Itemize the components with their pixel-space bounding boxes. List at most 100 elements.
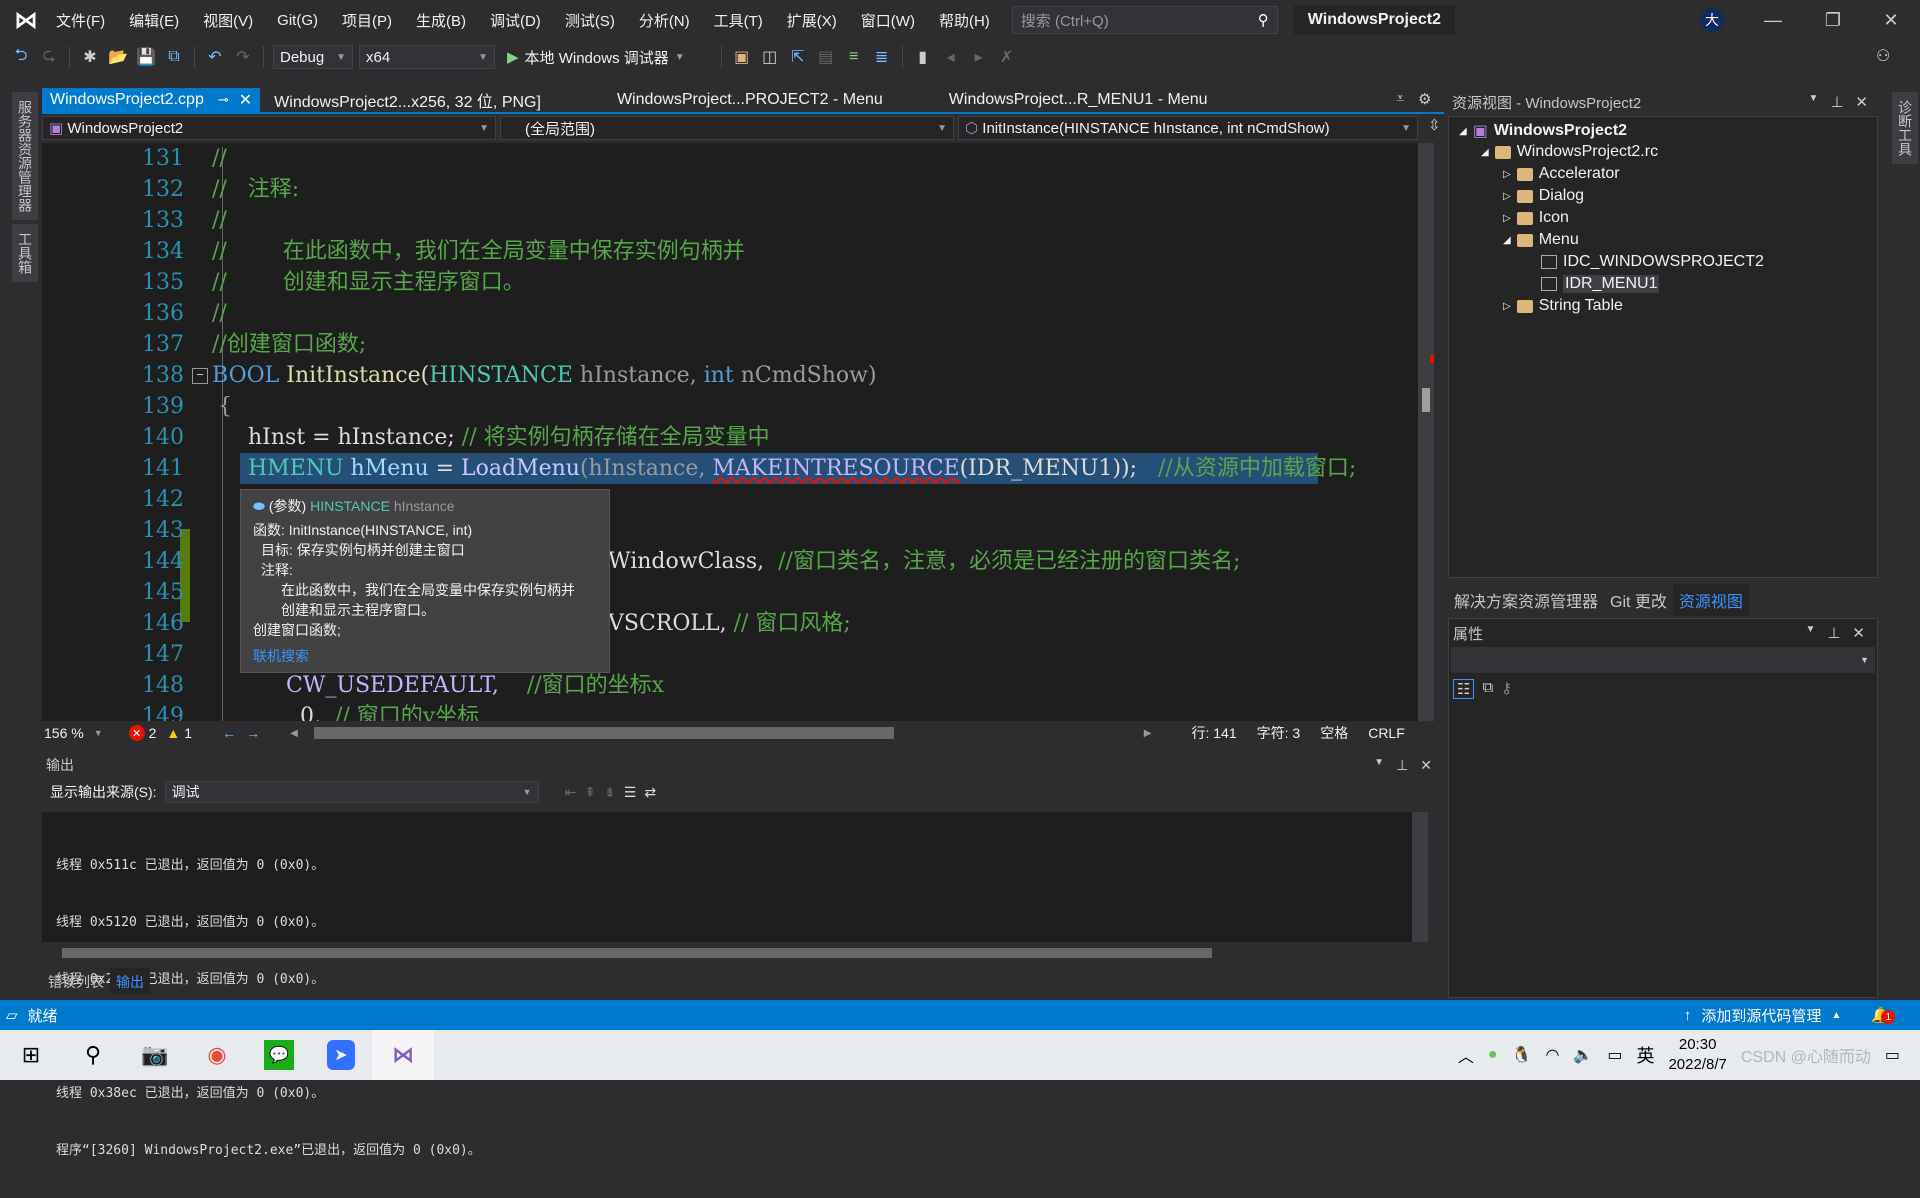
tab-git-changes[interactable]: Git 更改	[1604, 584, 1673, 616]
tab-solution-explorer[interactable]: 解决方案资源管理器	[1448, 584, 1604, 616]
wifi-icon[interactable]: ◠	[1545, 1045, 1559, 1065]
tab-menu-idr-menu1[interactable]: WindowsProject...R_MENU1 - Menu	[941, 88, 1216, 112]
tree-node-idc-windowsproject2[interactable]: IDC_WINDOWSPROJECT2	[1541, 253, 1764, 271]
feedback-icon[interactable]: ⚇	[1876, 46, 1890, 66]
close-icon[interactable]: ✕	[239, 90, 252, 110]
menu-window[interactable]: 窗口(W)	[849, 10, 927, 31]
pin-icon[interactable]: ⊥	[1396, 757, 1408, 774]
toolbox-tab[interactable]: 工具箱	[12, 224, 38, 282]
clock[interactable]: 20:30 2022/8/7	[1668, 1035, 1726, 1075]
wechat-app-icon[interactable]: 💬	[248, 1030, 310, 1080]
close-window-button[interactable]: ✕	[1862, 0, 1920, 40]
key-icon[interactable]: ⚷	[1501, 679, 1512, 699]
tree-node-accelerator[interactable]: ▷ Accelerator	[1503, 165, 1620, 183]
select-element-icon[interactable]: ⇱	[787, 46, 809, 68]
menu-project[interactable]: 项目(P)	[330, 10, 404, 31]
menu-view[interactable]: 视图(V)	[191, 10, 265, 31]
code-editor[interactable]: − 131 132 133 134 135 136 137 138 139 14…	[42, 143, 1432, 721]
wechat-tray-icon[interactable]: ●	[1488, 1046, 1498, 1064]
start-debugging-button[interactable]: ▶ 本地 Windows 调试器 ▼	[507, 47, 685, 68]
chevron-down-icon[interactable]: ▼	[94, 728, 103, 738]
pin-icon[interactable]: ⊸	[218, 92, 229, 108]
new-project-icon[interactable]: ✱	[79, 46, 101, 68]
scroll-thumb[interactable]	[1422, 388, 1430, 412]
clear-all-icon[interactable]: ☰	[624, 784, 637, 801]
tree-node-string-table[interactable]: ▷ String Table	[1503, 297, 1623, 315]
volume-icon[interactable]: 🔈	[1573, 1045, 1593, 1065]
tab-list-icon[interactable]: ⩡	[1396, 90, 1404, 107]
save-all-icon[interactable]: ⧉	[163, 46, 185, 68]
save-icon[interactable]: 💾	[135, 46, 157, 68]
source-control-button[interactable]: ↑ 添加到源代码管理 ▲	[1684, 1005, 1841, 1026]
pin-icon[interactable]: ⊥	[1827, 624, 1840, 642]
camera-app-icon[interactable]: 📷	[124, 1030, 186, 1080]
zoom-level[interactable]: 156 %	[42, 725, 84, 741]
search-input[interactable]: 搜索 (Ctrl+Q) ⚲	[1011, 6, 1278, 34]
menu-extensions[interactable]: 扩展(X)	[775, 10, 849, 31]
layout-icon[interactable]: ▤	[815, 46, 837, 68]
find-message-icon[interactable]: ⇤	[565, 784, 577, 801]
cursor-column[interactable]: 字符: 3	[1257, 723, 1301, 743]
menu-tools[interactable]: 工具(T)	[702, 10, 775, 31]
error-icon[interactable]: ✕	[128, 725, 145, 741]
prev-bookmark-icon[interactable]: ◂	[940, 46, 962, 68]
property-pages-icon[interactable]: ⧉	[1482, 679, 1493, 699]
tree-node-idr-menu1[interactable]: IDR_MENU1	[1541, 275, 1660, 293]
search-icon[interactable]: ⚲	[62, 1030, 124, 1080]
menu-file[interactable]: 文件(F)	[44, 10, 117, 31]
minimize-button[interactable]: —	[1744, 0, 1802, 40]
tree-node-icon[interactable]: ▷ Icon	[1503, 209, 1569, 227]
tree-node-menu[interactable]: ◢ Menu	[1503, 231, 1579, 249]
project-dropdown[interactable]: ▣ WindowsProject2 ▼	[42, 116, 496, 140]
folder-icon[interactable]: ▣	[731, 46, 753, 68]
restore-button[interactable]: ❐	[1804, 0, 1862, 40]
horizontal-scrollbar[interactable]	[313, 727, 894, 739]
back-icon[interactable]: ⮌	[10, 46, 32, 68]
menu-edit[interactable]: 编辑(E)	[117, 10, 191, 31]
online-search-link[interactable]: 联机搜索	[253, 646, 597, 666]
open-file-icon[interactable]: 📂	[107, 46, 129, 68]
comment-icon[interactable]: ≡	[843, 46, 865, 68]
panel-menu-icon[interactable]: ▼	[1808, 93, 1818, 111]
output-horizontal-scrollbar[interactable]	[62, 948, 1212, 958]
server-explorer-tab[interactable]: 服务器资源管理器	[12, 92, 38, 220]
collapse-icon[interactable]: −	[192, 368, 208, 384]
scroll-left-icon[interactable]: ◀	[290, 728, 298, 739]
redo-icon[interactable]: ↷	[232, 46, 254, 68]
split-icon[interactable]: ⇳	[1428, 116, 1441, 142]
uncomment-icon[interactable]: ≣	[871, 46, 893, 68]
browser-app-icon[interactable]: ◉	[186, 1030, 248, 1080]
visual-studio-app-icon[interactable]: ⋈	[372, 1030, 434, 1080]
clear-bookmarks-icon[interactable]: ✗	[996, 46, 1018, 68]
menu-build[interactable]: 生成(B)	[404, 10, 478, 31]
nav-forward-icon[interactable]: →	[246, 725, 260, 741]
feishu-app-icon[interactable]: ➤	[310, 1030, 372, 1080]
notifications-button[interactable]: 🔔 1	[1871, 1006, 1896, 1024]
menu-git[interactable]: Git(G)	[265, 12, 330, 29]
nav-back-icon[interactable]: ←	[222, 725, 236, 741]
properties-object-select[interactable]: ▼	[1451, 647, 1875, 673]
close-icon[interactable]: ✕	[1855, 93, 1868, 111]
notification-center-icon[interactable]: ▭	[1885, 1045, 1900, 1065]
diagnostic-tools-tab[interactable]: 诊断工具	[1892, 92, 1918, 164]
cursor-line[interactable]: 行: 141	[1191, 723, 1236, 743]
battery-icon[interactable]: ▭	[1607, 1045, 1622, 1065]
ime-indicator[interactable]: 英	[1636, 1042, 1654, 1068]
categorized-icon[interactable]: ☷	[1453, 679, 1475, 699]
tab-windowsproject2-cpp[interactable]: WindowsProject2.cpp ⊸ ✕	[42, 88, 261, 112]
pin-icon[interactable]: ⊥	[1830, 93, 1843, 111]
member-dropdown[interactable]: ⬡ InitInstance(HINSTANCE hInstance, int …	[958, 116, 1418, 140]
configuration-select[interactable]: Debug ▼	[273, 45, 353, 69]
panel-menu-icon[interactable]: ▼	[1805, 624, 1815, 642]
tab-png[interactable]: WindowsProject2...x256, 32 位, PNG]	[266, 88, 549, 112]
editor-vertical-scrollbar[interactable]	[1418, 143, 1434, 721]
panel-menu-icon[interactable]: ▼	[1374, 757, 1384, 774]
bookmark-icon[interactable]: ▮	[912, 46, 934, 68]
line-endings[interactable]: CRLF	[1368, 725, 1405, 741]
tab-resource-view[interactable]: 资源视图	[1672, 584, 1749, 616]
next-message-icon[interactable]: ⇟	[604, 784, 616, 801]
warning-icon[interactable]: ▲	[166, 725, 180, 741]
platform-select[interactable]: x64 ▼	[359, 45, 495, 69]
output-source-select[interactable]: 调试 ▼	[164, 781, 539, 803]
close-icon[interactable]: ✕	[1852, 624, 1865, 642]
